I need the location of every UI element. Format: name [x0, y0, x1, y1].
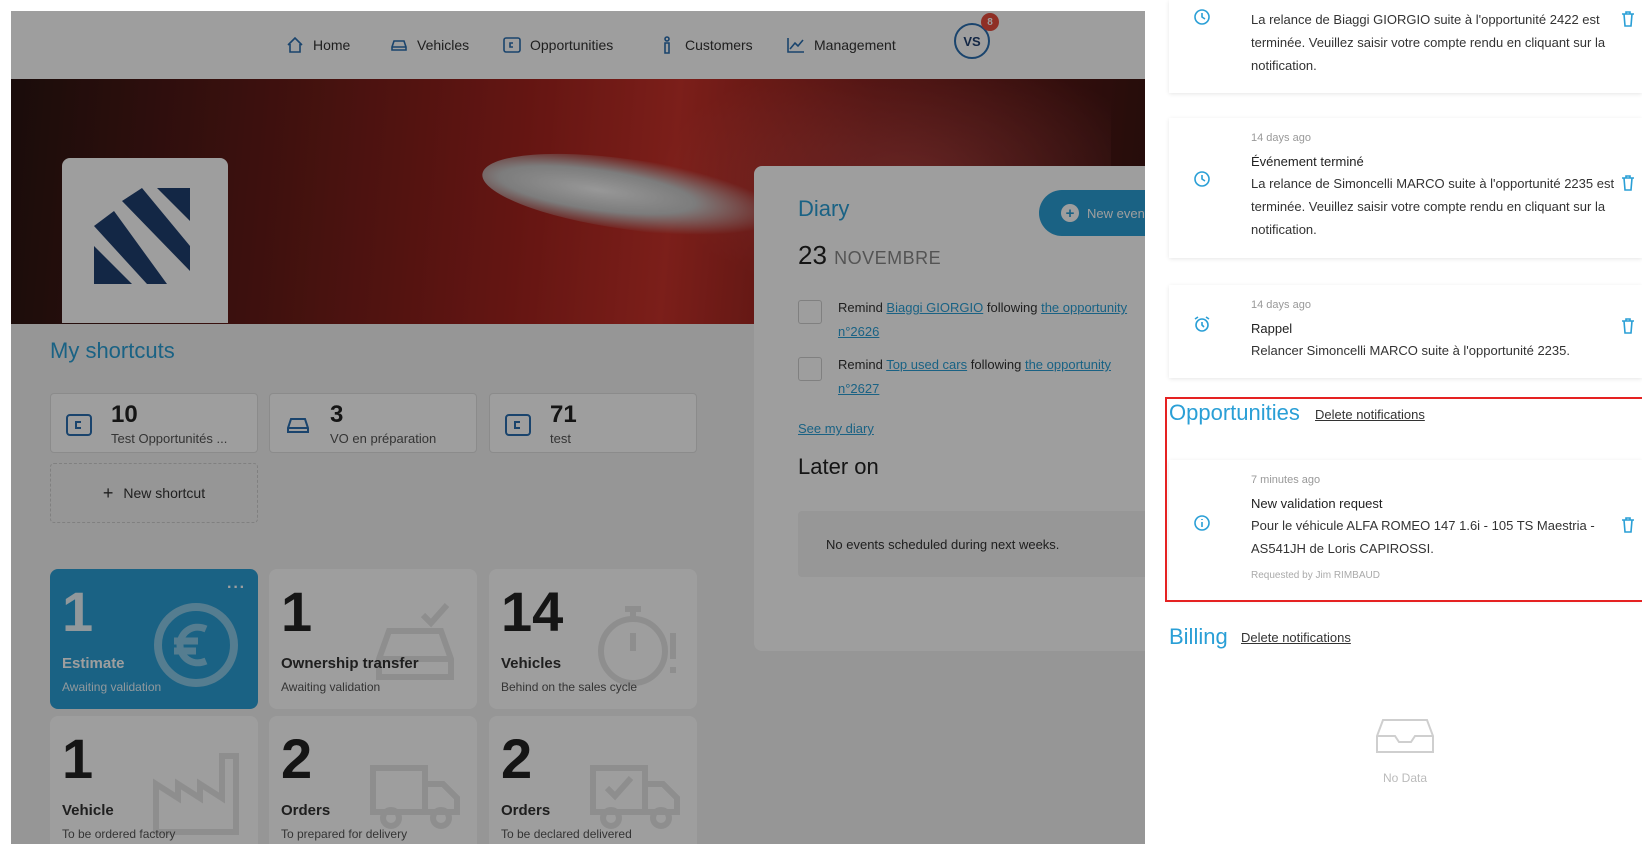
- notification-title: Rappel: [1251, 321, 1293, 336]
- modal-overlay[interactable]: [11, 11, 1145, 844]
- notification-time: 14 days ago: [1251, 132, 1311, 144]
- trash-icon[interactable]: [1620, 174, 1636, 192]
- notification-item[interactable]: 14 days ago Rappel Relancer Simoncelli M…: [1169, 285, 1642, 378]
- notification-item[interactable]: 14 days ago Événement terminé La relance…: [1169, 118, 1642, 258]
- notification-drawer: La relance de Biaggi GIORGIO suite à l'o…: [1145, 0, 1642, 844]
- delete-billing-notifications-link[interactable]: Delete notifications: [1241, 630, 1351, 645]
- notification-body: Relancer Simoncelli MARCO suite à l'oppo…: [1251, 343, 1570, 358]
- alarm-icon: [1194, 316, 1210, 332]
- trash-icon[interactable]: [1620, 10, 1636, 28]
- notification-body: La relance de Simoncelli MARCO suite à l…: [1251, 176, 1615, 237]
- trash-icon[interactable]: [1620, 317, 1636, 335]
- notification-item[interactable]: La relance de Biaggi GIORGIO suite à l'o…: [1169, 0, 1642, 93]
- notification-title: Événement terminé: [1251, 154, 1364, 169]
- notification-body: La relance de Biaggi GIORGIO suite à l'o…: [1251, 12, 1606, 73]
- notification-time: 14 days ago: [1251, 299, 1311, 311]
- clock-icon: [1194, 171, 1210, 187]
- clock-icon: [1194, 9, 1210, 25]
- highlight-box: [1165, 397, 1642, 602]
- billing-section-title: Billing: [1169, 624, 1228, 649]
- inbox-icon: [1376, 719, 1434, 753]
- no-data-label: No Data: [1382, 771, 1428, 785]
- screen: Home Vehicles Opportunities Customers Ma…: [0, 0, 1642, 844]
